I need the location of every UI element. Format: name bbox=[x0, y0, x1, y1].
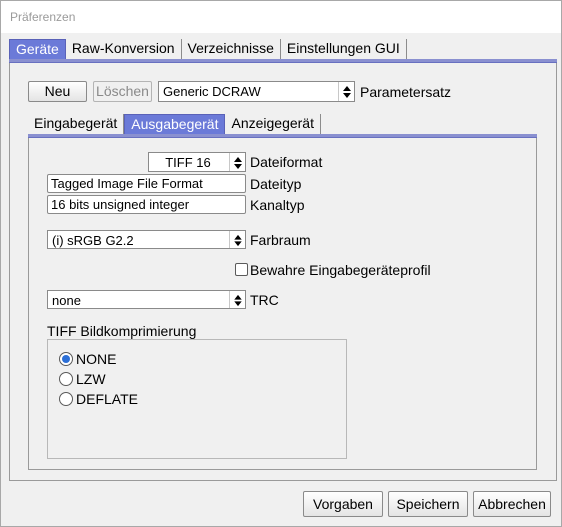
channel-type-field: 16 bits unsigned integer bbox=[47, 195, 246, 214]
radio-lzw-label[interactable]: LZW bbox=[76, 371, 106, 387]
radio-none-label[interactable]: NONE bbox=[76, 351, 116, 367]
tab-raw-konversion[interactable]: Raw-Konversion bbox=[66, 39, 182, 59]
new-button[interactable]: Neu bbox=[28, 81, 87, 102]
color-space-label: Farbraum bbox=[250, 232, 311, 248]
file-format-value: TIFF 16 bbox=[165, 155, 211, 170]
parameter-set-select[interactable]: Generic DCRAW bbox=[158, 81, 355, 102]
file-format-select[interactable]: TIFF 16 bbox=[148, 152, 246, 172]
parameter-set-value: Generic DCRAW bbox=[163, 84, 261, 99]
radio-deflate-label[interactable]: DEFLATE bbox=[76, 391, 138, 407]
updown-arrows-icon bbox=[229, 231, 245, 248]
compression-title: TIFF Bildkomprimierung bbox=[47, 323, 197, 339]
file-type-field: Tagged Image File Format bbox=[47, 174, 246, 193]
radio-deflate[interactable] bbox=[59, 392, 73, 406]
title-bar[interactable]: Präferenzen bbox=[1, 1, 561, 33]
tab-geraete[interactable]: Geräte bbox=[9, 39, 66, 59]
delete-button[interactable]: Löschen bbox=[93, 81, 152, 102]
tab-verzeichnisse[interactable]: Verzeichnisse bbox=[182, 39, 281, 59]
cancel-button[interactable]: Abbrechen bbox=[473, 491, 551, 517]
parameter-set-label: Parametersatz bbox=[360, 84, 452, 100]
color-space-select[interactable]: (i) sRGB G2.2 bbox=[47, 230, 246, 249]
keep-input-profile-label[interactable]: Bewahre Eingabegeräteprofil bbox=[250, 262, 431, 278]
updown-arrows-icon bbox=[338, 82, 354, 101]
device-tab-bar: Eingabegerät Ausgabegerät Anzeigegerät bbox=[28, 114, 321, 134]
trc-value: none bbox=[52, 293, 81, 308]
trc-label: TRC bbox=[250, 292, 279, 308]
preferences-window: Präferenzen Geräte Raw-Konversion Verzei… bbox=[0, 0, 562, 527]
keep-input-profile-checkbox[interactable] bbox=[235, 263, 248, 276]
main-tab-bar: Geräte Raw-Konversion Verzeichnisse Eins… bbox=[9, 39, 407, 59]
radio-lzw[interactable] bbox=[59, 372, 73, 386]
window-title: Präferenzen bbox=[10, 10, 76, 24]
file-format-label: Dateiformat bbox=[250, 154, 323, 170]
color-space-value: (i) sRGB G2.2 bbox=[52, 233, 134, 248]
file-type-label: Dateityp bbox=[250, 176, 302, 192]
updown-arrows-icon bbox=[229, 153, 245, 171]
updown-arrows-icon bbox=[229, 291, 245, 308]
tab-einstellungen-gui[interactable]: Einstellungen GUI bbox=[281, 39, 407, 59]
tab-eingabegeraet[interactable]: Eingabegerät bbox=[28, 114, 125, 134]
tab-ausgabegeraet[interactable]: Ausgabegerät bbox=[124, 114, 226, 134]
tab-anzeigegeraet[interactable]: Anzeigegerät bbox=[225, 114, 321, 134]
save-button[interactable]: Speichern bbox=[388, 491, 468, 517]
trc-select[interactable]: none bbox=[47, 290, 246, 309]
channel-type-label: Kanaltyp bbox=[250, 197, 305, 213]
defaults-button[interactable]: Vorgaben bbox=[303, 491, 383, 517]
radio-none[interactable] bbox=[59, 352, 73, 366]
